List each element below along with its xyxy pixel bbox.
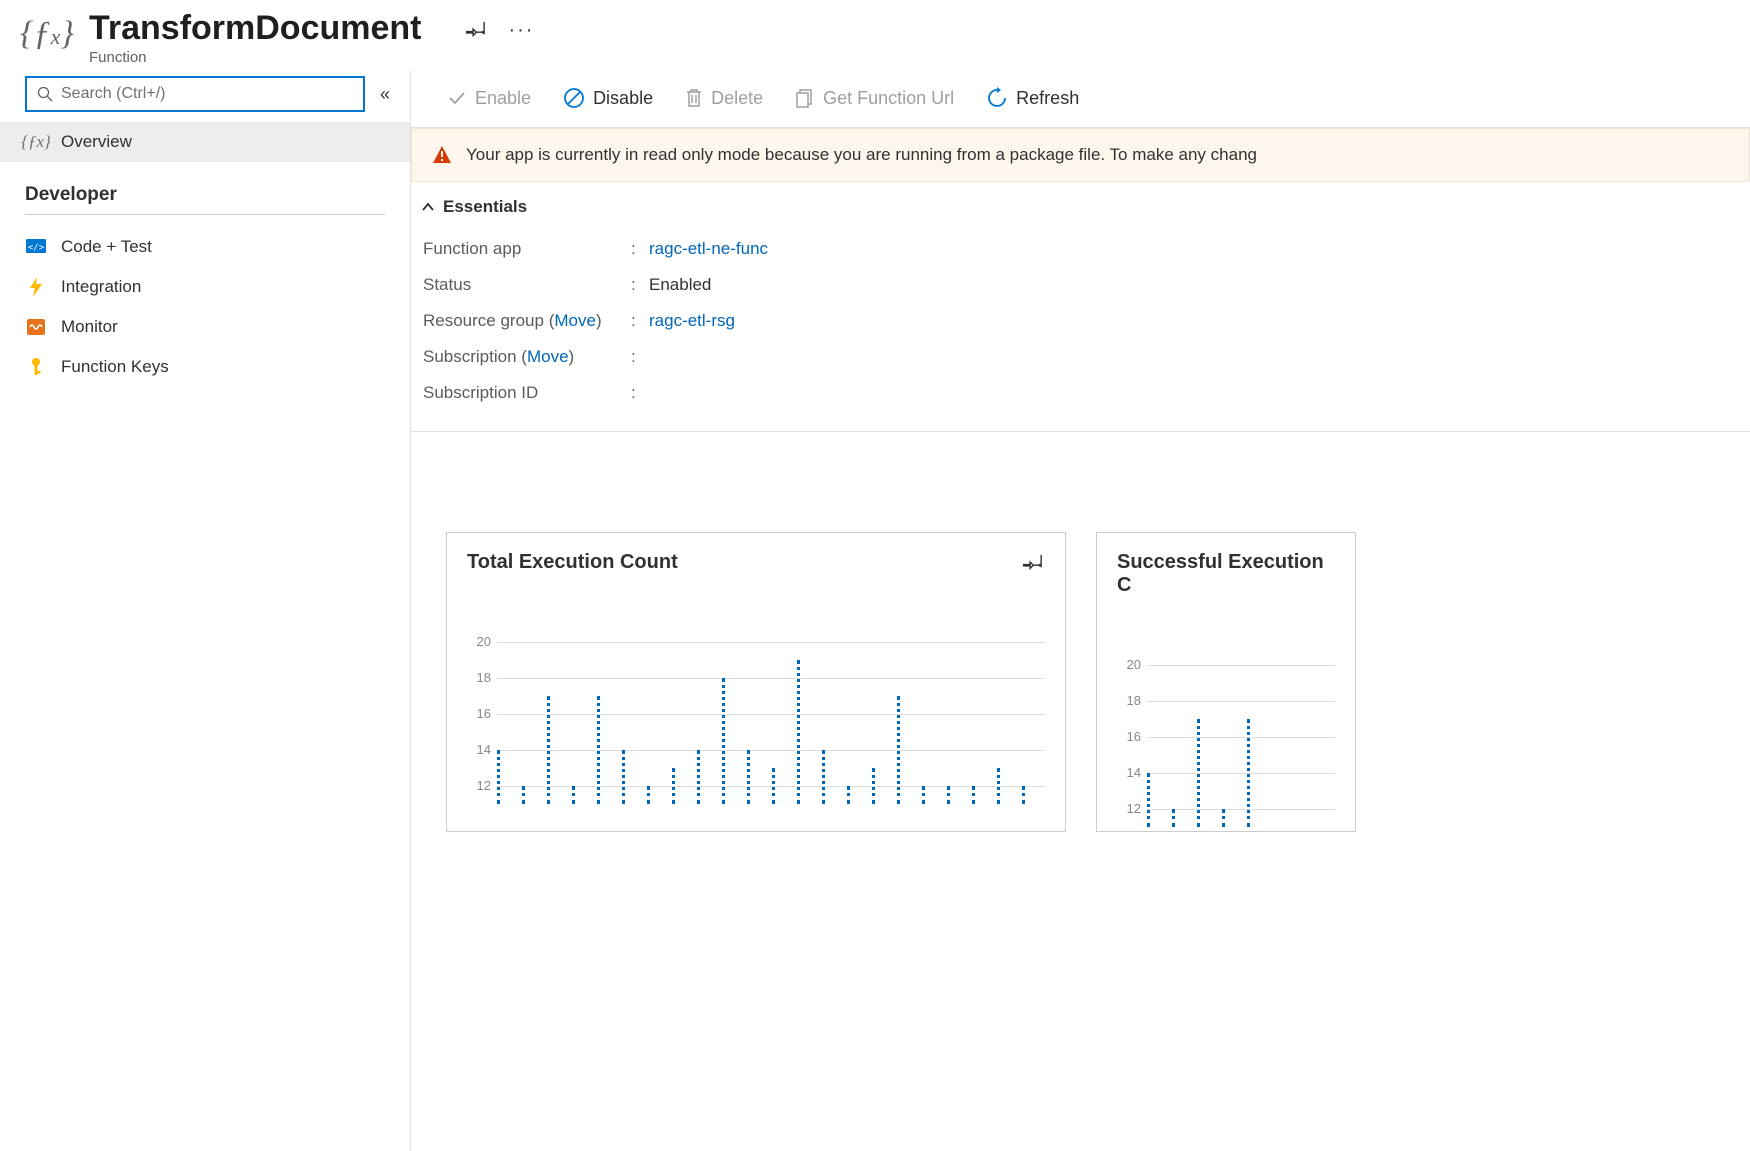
essentials-label-status: Status bbox=[421, 275, 631, 295]
search-box[interactable] bbox=[25, 76, 365, 112]
essentials-value-function-app[interactable]: ragc-etl-ne-func bbox=[649, 239, 768, 259]
block-icon bbox=[563, 87, 585, 109]
sidebar-item-monitor[interactable]: Monitor bbox=[0, 307, 410, 347]
more-icon[interactable]: ··· bbox=[508, 19, 534, 42]
sidebar-item-label: Function Keys bbox=[61, 357, 169, 377]
sidebar-item-overview[interactable]: {ƒx} Overview bbox=[0, 122, 410, 162]
page-title: TransformDocument bbox=[89, 10, 422, 47]
get-function-url-button: Get Function Url bbox=[779, 84, 970, 113]
sidebar-section-developer: Developer bbox=[25, 162, 385, 215]
chart-title: Total Execution Count bbox=[467, 551, 1045, 574]
alert-text: Your app is currently in read only mode … bbox=[466, 145, 1257, 165]
sidebar-item-label: Integration bbox=[61, 277, 141, 297]
pin-icon[interactable] bbox=[466, 18, 488, 43]
toolbar: Enable Disable Delete Get Function Url R… bbox=[411, 71, 1750, 128]
trash-icon bbox=[685, 88, 703, 108]
delete-button: Delete bbox=[669, 84, 779, 113]
collapse-sidebar-icon[interactable]: « bbox=[380, 84, 390, 105]
essentials-toggle[interactable]: Essentials bbox=[421, 197, 1730, 231]
alert-banner: Your app is currently in read only mode … bbox=[411, 128, 1750, 182]
essentials-value-status: Enabled bbox=[649, 275, 711, 295]
refresh-button[interactable]: Refresh bbox=[970, 83, 1095, 113]
essentials-value-resource-group[interactable]: ragc-etl-rsg bbox=[649, 311, 735, 331]
enable-button: Enable bbox=[431, 84, 547, 113]
lightning-icon bbox=[25, 277, 47, 297]
key-icon bbox=[25, 357, 47, 377]
copy-icon bbox=[795, 88, 815, 108]
search-input[interactable] bbox=[53, 85, 353, 103]
sidebar-item-label: Overview bbox=[61, 132, 132, 152]
essentials-label-function-app: Function app bbox=[421, 239, 631, 259]
chart-successful-execution-count: Successful Execution C 1214161820 bbox=[1096, 532, 1356, 832]
sidebar-item-integration[interactable]: Integration bbox=[0, 267, 410, 307]
sidebar-item-label: Monitor bbox=[61, 317, 118, 337]
svg-text:</>: </> bbox=[28, 243, 45, 253]
chevron-up-icon bbox=[421, 200, 435, 214]
search-icon bbox=[37, 86, 53, 102]
pin-chart-icon[interactable] bbox=[1023, 551, 1045, 576]
function-fx-icon: {ƒx} bbox=[20, 10, 74, 53]
disable-button[interactable]: Disable bbox=[547, 83, 669, 113]
chart-total-execution-count: Total Execution Count 1214161820 bbox=[446, 532, 1066, 832]
essentials-label-subscription: Subscription (Move) bbox=[421, 347, 631, 367]
move-subscription-link[interactable]: Move bbox=[527, 347, 569, 366]
essentials-label-resource-group: Resource group (Move) bbox=[421, 311, 631, 331]
monitor-icon bbox=[25, 319, 47, 335]
sidebar-item-label: Code + Test bbox=[61, 237, 152, 257]
code-icon: </> bbox=[25, 239, 47, 255]
function-fx-small-icon: {ƒx} bbox=[25, 132, 47, 152]
sidebar-item-code-test[interactable]: </> Code + Test bbox=[0, 227, 410, 267]
essentials-label-subscription-id: Subscription ID bbox=[421, 383, 631, 403]
page-subtitle: Function bbox=[89, 49, 422, 66]
move-resource-group-link[interactable]: Move bbox=[554, 311, 596, 330]
check-icon bbox=[447, 88, 467, 108]
refresh-icon bbox=[986, 87, 1008, 109]
warning-icon bbox=[432, 145, 452, 165]
sidebar-item-function-keys[interactable]: Function Keys bbox=[0, 347, 410, 387]
chart-title: Successful Execution C bbox=[1117, 551, 1335, 597]
